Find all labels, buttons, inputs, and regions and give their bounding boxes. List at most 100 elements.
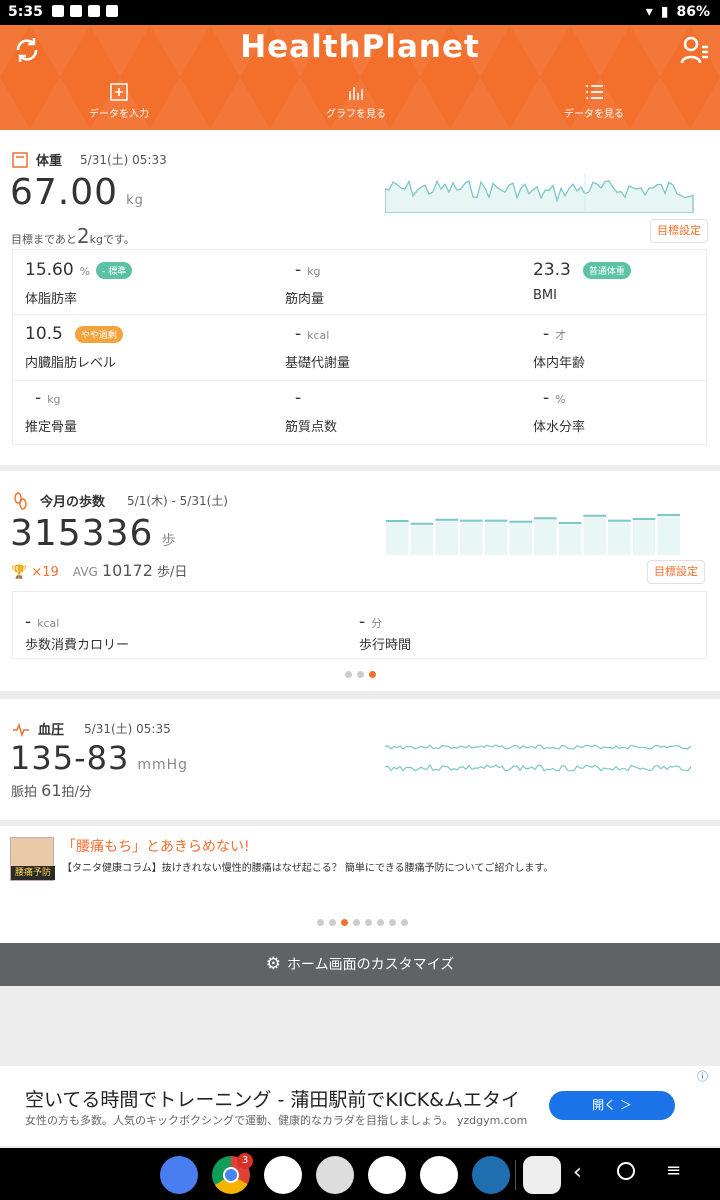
metric-label: 体内年齢 (533, 356, 586, 371)
ad-info-icon[interactable]: ⓘ (697, 1068, 708, 1084)
status-badge: - 標準 (96, 262, 133, 279)
facebook-icon (106, 5, 118, 17)
bp-diastolic-line (385, 763, 692, 772)
metric-label: 歩行時間 (359, 638, 412, 653)
bp-value: 135-83 (10, 739, 130, 777)
gallery-app-icon[interactable] (368, 1156, 406, 1194)
weight-value: 67.00 (10, 172, 119, 213)
status-time: 5:35 (8, 4, 43, 20)
weight-metric-cell: -% 体水分率 (533, 388, 720, 435)
bp-title: 血圧 (38, 723, 65, 738)
steps-bar (386, 521, 409, 555)
nav-view-data[interactable]: データを見る (524, 83, 664, 120)
settings-app-icon[interactable] (472, 1156, 510, 1194)
home-icon[interactable] (617, 1162, 635, 1180)
page-dot[interactable] (401, 919, 408, 926)
notification-icons (52, 5, 118, 17)
chrome-app-icon[interactable]: 3 (212, 1153, 253, 1194)
metric-value: - (25, 612, 32, 632)
ad-title: 空いてる時間でトレーニング - 蒲田駅前でKICK&ムエタイ (25, 1089, 520, 1111)
system-dock: 3 ‹ ≡ (0, 1148, 720, 1200)
status-badge: 普通体重 (582, 262, 631, 279)
weight-metric-cell: - kg 筋肉量 (285, 260, 525, 307)
camera-app-icon[interactable] (316, 1156, 354, 1194)
page-dot[interactable] (329, 919, 336, 926)
note-post: kgです。 (89, 233, 135, 246)
trophy-count: ×19 (31, 565, 59, 580)
metric-label: 筋質点数 (285, 420, 338, 435)
steps-bar (657, 515, 680, 555)
steps-card[interactable]: 今月の歩数 5/1(木) - 5/31(土) 315336 歩 🏆 ×19 AVG… (0, 471, 720, 691)
metric-unit: kcal (37, 617, 60, 630)
profile-icon[interactable] (680, 35, 710, 65)
nav-input-data[interactable]: データを入力 (49, 83, 189, 120)
pulse-unit: 拍/分 (61, 785, 92, 800)
facebook-icon (52, 5, 64, 17)
weight-metric-cell: 15.60% - 標準 体脂肪率 (25, 260, 265, 307)
metric-label: 内臓脂肪レベル (25, 356, 117, 371)
avg-value: 10172 (102, 561, 153, 580)
weight-metric-cell: 10.5 やや過剰 内臓脂肪レベル (25, 324, 265, 371)
facebook-icon (88, 5, 100, 17)
messages-app-icon[interactable] (160, 1156, 198, 1194)
plus-box-icon (110, 83, 128, 101)
steps-bar (509, 521, 532, 555)
pulse-label: 脈拍 (11, 785, 38, 800)
bp-value-row: 135-83 mmHg (10, 739, 188, 777)
ad-open-button[interactable]: 開く ＞ (549, 1091, 675, 1120)
metric-value: - (295, 388, 302, 408)
page-dot-active[interactable] (369, 671, 376, 678)
gear-icon: ⚙ (265, 954, 282, 974)
app-header: HealthPlanet データを入力 グラフを見る データを見る (0, 25, 720, 130)
page-dot[interactable] (377, 919, 384, 926)
page-dot[interactable] (353, 919, 360, 926)
divider (13, 314, 706, 315)
bar-chart-icon (349, 87, 363, 100)
steps-bar (410, 523, 434, 555)
ad-banner[interactable]: ⓘ 空いてる時間でトレーニング - 蒲田駅前でKICK&ムエタイ 女性の方も多数… (0, 1066, 720, 1146)
page-dot[interactable] (317, 919, 324, 926)
chrome-center (223, 1167, 239, 1183)
battery-percent: 86% (676, 4, 710, 20)
nav-label: データを入力 (89, 109, 149, 120)
page-dot[interactable] (365, 919, 372, 926)
app-drawer-icon[interactable] (523, 1156, 561, 1194)
metric-value: - (359, 612, 366, 632)
avg-label: AVG (72, 565, 98, 579)
back-icon[interactable]: ‹ (573, 1160, 582, 1185)
page-dot[interactable] (357, 671, 364, 678)
recents-icon[interactable]: ≡ (666, 1160, 681, 1181)
news-page-dots[interactable] (317, 919, 408, 926)
page-dot[interactable] (345, 671, 352, 678)
page-dot[interactable] (389, 919, 396, 926)
status-right: ▾ ▮ 86% (646, 4, 710, 20)
weight-card[interactable]: 体重 5/31(土) 05:33 67.00 kg 目標まであと2kgです。 目標… (0, 130, 720, 465)
maps-app-icon[interactable] (420, 1156, 458, 1194)
steps-bar (632, 519, 656, 555)
weight-title-row: 体重 5/31(土) 05:33 (12, 150, 167, 169)
steps-page-dots[interactable] (345, 671, 376, 678)
trophy-icon: 🏆 (11, 565, 28, 580)
news-title[interactable]: 「腰痛もち」とあきらめない! (62, 836, 250, 856)
news-card[interactable]: 腰痛予防 「腰痛もち」とあきらめない! 【タニタ健康コラム】抜けきれない慢性的腰… (0, 826, 720, 943)
note-pre: 目標まであと (11, 233, 77, 246)
metric-value: - (295, 260, 302, 280)
steps-bar (460, 520, 483, 555)
metric-unit: 分 (371, 617, 383, 630)
metric-label: 推定骨量 (25, 420, 78, 435)
photos-app-icon[interactable] (264, 1156, 302, 1194)
weight-goal-note: 目標まであと2kgです。 (11, 224, 135, 248)
metric-label: 歩数消費カロリー (25, 638, 130, 653)
steps-goal-button[interactable]: 目標設定 (647, 560, 705, 584)
blood-pressure-card[interactable]: 血圧 5/31(土) 05:35 135-83 mmHg 脈拍 61拍/分 (0, 699, 720, 820)
nav-view-graph[interactable]: グラフを見る (286, 83, 426, 120)
customize-home-button[interactable]: ⚙ ホーム画面のカスタマイズ (0, 943, 720, 986)
walk-time-cell: - 分歩行時間 (359, 612, 599, 653)
facebook-icon (70, 5, 82, 17)
weight-metric-cell: 23.3 普通体重 BMI (533, 260, 720, 303)
weight-goal-button[interactable]: 目標設定 (650, 219, 708, 243)
weight-metric-cell: - 才体内年齢 (533, 324, 720, 371)
page-dot-active[interactable] (341, 919, 348, 926)
bp-date: 5/31(土) 05:35 (84, 722, 171, 736)
news-body: 【タニタ健康コラム】抜けきれない慢性的腰痛はなぜ起こる？ 簡単にできる腰痛予防に… (62, 863, 554, 874)
